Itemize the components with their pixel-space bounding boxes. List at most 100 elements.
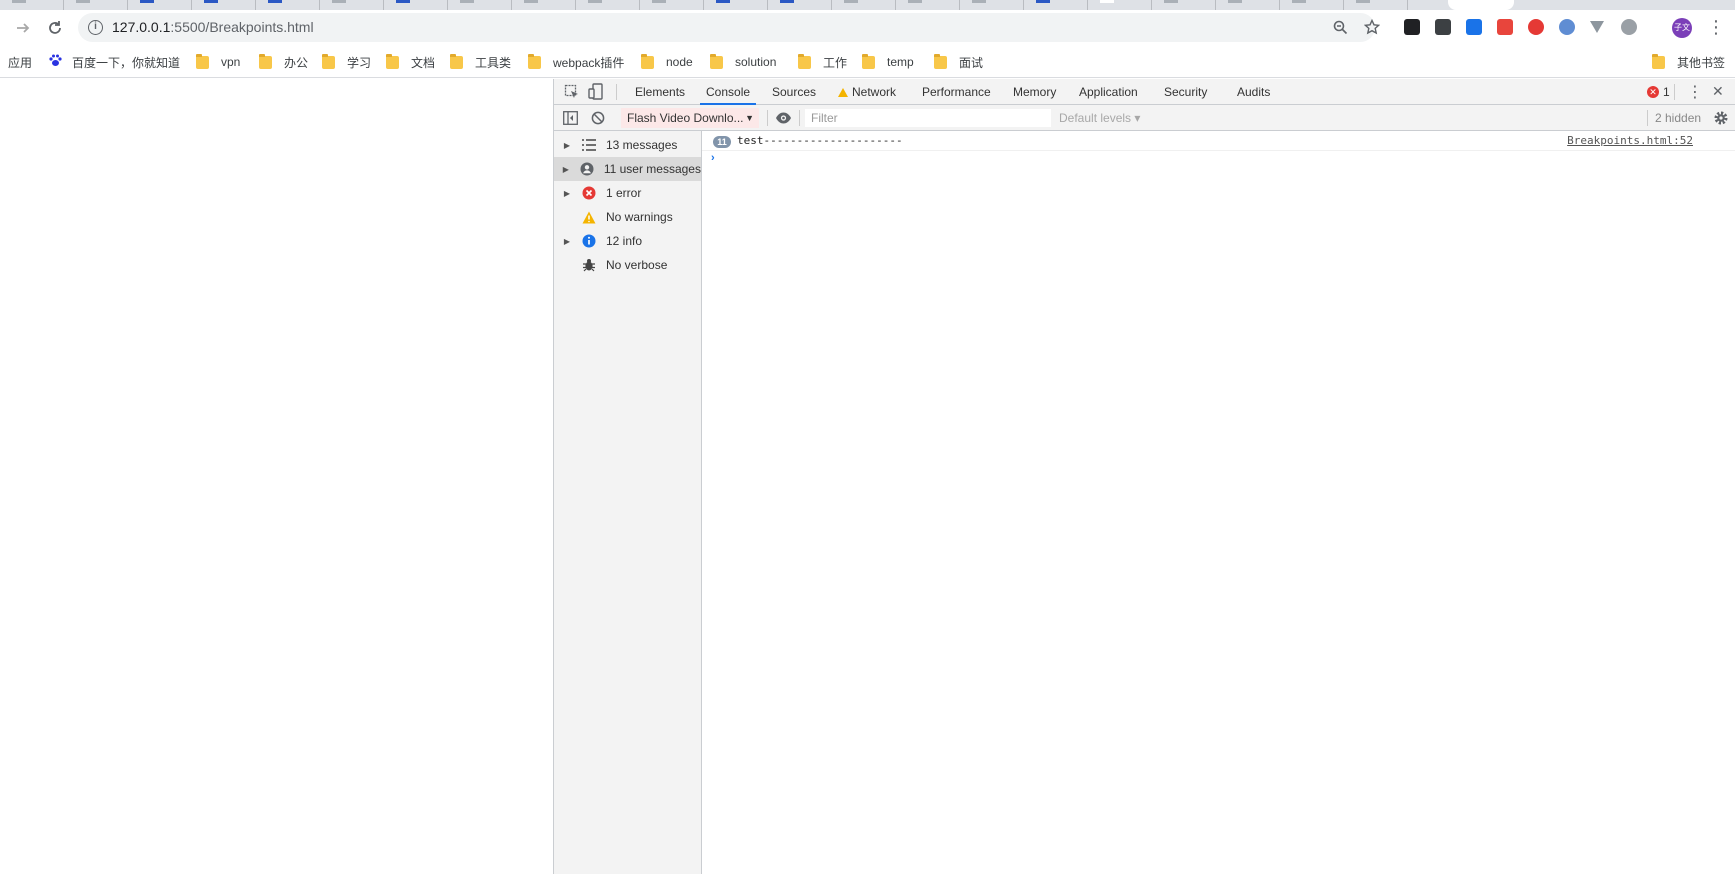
address-url[interactable]: 127.0.0.1:5500/Breakpoints.html (112, 19, 314, 35)
tab-audits[interactable]: Audits (1237, 79, 1270, 105)
extension-blue-icon[interactable] (1466, 19, 1482, 35)
extension-sitemap-icon[interactable] (1497, 19, 1513, 35)
toolbar-divider (767, 110, 768, 126)
profile-avatar[interactable]: 子文 (1672, 18, 1692, 38)
bookmark-folder-label: 工具类 (475, 55, 512, 70)
extension-chart-icon[interactable] (1435, 19, 1451, 35)
console-settings-gear-icon[interactable] (1713, 110, 1729, 129)
tab-application[interactable]: Application (1079, 79, 1138, 105)
clear-console-icon[interactable] (591, 111, 605, 128)
browser-tab[interactable] (320, 0, 384, 10)
sidebar-toggle-icon[interactable] (563, 111, 578, 128)
browser-tab[interactable] (1216, 0, 1280, 10)
browser-tab[interactable] (192, 0, 256, 10)
browser-tab[interactable] (768, 0, 832, 10)
live-expression-eye-icon[interactable] (775, 111, 792, 128)
console-filter-input[interactable] (805, 109, 1051, 127)
bookmark-other[interactable]: 其他书签 (1652, 53, 1725, 71)
bookmark-star-icon[interactable] (1363, 18, 1381, 38)
context-selector[interactable]: Flash Video Downlo... ▼ (621, 108, 759, 128)
browser-tab[interactable] (128, 0, 192, 10)
sidebar-item-label: 12 info (606, 234, 643, 248)
browser-tab[interactable] (1344, 0, 1408, 10)
extension-grey-circle-icon[interactable] (1621, 19, 1637, 35)
browser-tab[interactable] (832, 0, 896, 10)
browser-tab[interactable] (1024, 0, 1088, 10)
bookmark-folder[interactable]: node (641, 53, 693, 71)
address-bar[interactable]: i 127.0.0.1:5500/Breakpoints.html (78, 13, 1381, 42)
tab-favicon-icon (76, 0, 90, 3)
bookmark-folder[interactable]: webpack插件 (528, 53, 624, 71)
folder-icon (450, 53, 463, 69)
browser-tab[interactable] (576, 0, 640, 10)
toolbar-divider (1674, 84, 1675, 100)
bookmark-folder[interactable]: 工作 (798, 53, 847, 71)
page-content[interactable] (0, 79, 553, 874)
browser-tab[interactable] (0, 0, 64, 10)
site-info-icon[interactable]: i (88, 20, 103, 35)
browser-tab[interactable] (896, 0, 960, 10)
browser-tab[interactable] (64, 0, 128, 10)
sidebar-item-error[interactable]: ▶ 1 error (554, 181, 701, 205)
forward-arrow-icon[interactable] (13, 18, 33, 38)
browser-tab[interactable] (1088, 0, 1152, 10)
expand-triangle-icon[interactable]: ▶ (554, 189, 576, 198)
bookmark-folder[interactable]: vpn (196, 53, 240, 71)
bookmark-folder[interactable]: solution (710, 53, 776, 71)
devtools-close-icon[interactable]: ✕ (1712, 83, 1724, 100)
tab-favicon-icon (588, 0, 602, 3)
log-levels-dropdown[interactable]: Default levels ▾ (1059, 105, 1140, 131)
tab-performance[interactable]: Performance (922, 79, 991, 105)
reload-icon[interactable] (45, 18, 65, 38)
console-prompt[interactable]: › (711, 152, 715, 164)
expand-triangle-icon[interactable]: ▶ (554, 237, 576, 246)
browser-tab[interactable] (256, 0, 320, 10)
browser-tab[interactable] (384, 0, 448, 10)
extension-globe-icon[interactable] (1559, 19, 1575, 35)
console-messages[interactable]: 11 test--------------------- Breakpoints.h… (702, 131, 1735, 874)
bookmark-folder[interactable]: 学习 (322, 53, 371, 71)
sidebar-item-bug[interactable]: No verbose (554, 253, 701, 277)
tab-console[interactable]: Console (700, 79, 757, 105)
active-tab[interactable] (1448, 0, 1514, 10)
browser-tab[interactable] (704, 0, 768, 10)
sidebar-item-user[interactable]: ▶ 11 user messages (554, 157, 701, 181)
browser-tab[interactable] (512, 0, 576, 10)
browser-tab[interactable] (1280, 0, 1344, 10)
error-icon: ✕ (1647, 86, 1659, 98)
browser-menu-icon[interactable]: ⋮ (1707, 17, 1725, 37)
inspect-element-icon[interactable] (564, 84, 580, 103)
browser-tab[interactable] (960, 0, 1024, 10)
error-icon (581, 186, 597, 200)
error-counter[interactable]: ✕ 1 (1647, 85, 1670, 99)
tab-elements[interactable]: Elements (635, 79, 685, 105)
browser-tab[interactable] (640, 0, 704, 10)
bookmark-folder[interactable]: 面试 (934, 53, 983, 71)
bookmark-apps[interactable]: 应用 (8, 53, 32, 71)
sidebar-item-info[interactable]: ▶ 12 info (554, 229, 701, 253)
bookmark-folder[interactable]: 文档 (386, 53, 435, 71)
bookmark-baidu[interactable]: 百度一下，你就知道 (48, 53, 180, 71)
sidebar-item-list[interactable]: ▶ 13 messages (554, 133, 701, 157)
browser-tab[interactable] (448, 0, 512, 10)
console-message-row[interactable]: 11 test--------------------- Breakpoints.h… (702, 131, 1735, 151)
bookmark-folder[interactable]: 工具类 (450, 53, 511, 71)
sidebar-item-warning[interactable]: No warnings (554, 205, 701, 229)
console-message-source-link[interactable]: Breakpoints.html:52 (1567, 134, 1693, 147)
expand-triangle-icon[interactable]: ▶ (554, 141, 576, 150)
tab-security[interactable]: Security (1164, 79, 1207, 105)
bookmark-folder[interactable]: 办公 (259, 53, 308, 71)
expand-triangle-icon[interactable]: ▶ (554, 165, 575, 174)
extension-flash-icon[interactable] (1528, 19, 1544, 35)
zoom-icon[interactable] (1333, 20, 1348, 38)
extension-black-icon[interactable] (1404, 19, 1420, 35)
bookmark-folder[interactable]: temp (862, 53, 914, 71)
extension-vue-icon[interactable] (1590, 21, 1604, 33)
tab-network[interactable]: Network (838, 79, 896, 105)
tab-memory[interactable]: Memory (1013, 79, 1056, 105)
devtools-more-icon[interactable]: ⋮ (1687, 82, 1703, 102)
browser-tab[interactable] (1152, 0, 1216, 10)
tab-sources[interactable]: Sources (772, 79, 816, 105)
bookmark-folder-label: node (666, 55, 693, 69)
device-toolbar-icon[interactable] (588, 83, 604, 104)
